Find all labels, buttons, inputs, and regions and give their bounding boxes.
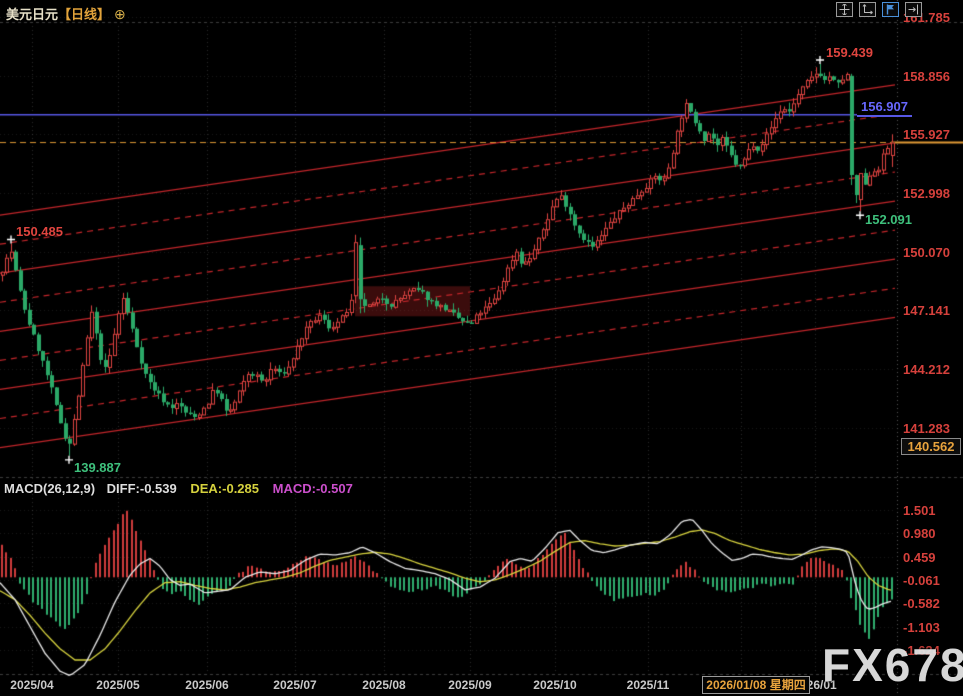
- price-mark-label: 150.485: [16, 224, 63, 239]
- macd-header: MACD(26,12,9) DIFF:-0.539 DEA:-0.285 MAC…: [4, 481, 353, 496]
- price-tick-label: 150.070: [903, 245, 950, 260]
- macd-tick-label: 1.501: [903, 503, 936, 518]
- pan-crosshair-icon[interactable]: [836, 2, 853, 17]
- macd-tick-label: 0.459: [903, 550, 936, 565]
- macd-diff-value: DIFF:-0.539: [107, 481, 177, 496]
- alert-price-label[interactable]: 156.907: [857, 99, 912, 117]
- price-macd-chart-canvas[interactable]: [0, 0, 963, 696]
- time-tick-label: 2025/10: [533, 678, 576, 692]
- macd-tick-label: -0.061: [903, 573, 940, 588]
- axis-scale-icon[interactable]: [859, 2, 876, 17]
- price-mark-label: 159.439: [826, 45, 873, 60]
- time-tick-label: 2025/04: [10, 678, 53, 692]
- current-price-tag: 140.562: [901, 438, 961, 455]
- time-tick-label: 2025/07: [273, 678, 316, 692]
- macd-macd-value: MACD:-0.507: [273, 481, 353, 496]
- macd-dea-value: DEA:-0.285: [190, 481, 259, 496]
- flag-marker-icon[interactable]: [882, 2, 899, 17]
- macd-params: MACD(26,12,9): [4, 481, 95, 496]
- goto-latest-icon[interactable]: [905, 2, 922, 17]
- time-tick-label: 2025/08: [362, 678, 405, 692]
- time-tick-label: 2025/11: [627, 678, 670, 692]
- price-tick-label: 155.927: [903, 127, 950, 142]
- price-tick-label: 144.212: [903, 362, 950, 377]
- price-tick-label: 158.856: [903, 69, 950, 84]
- trading-app-window: 美元日元【日线】⊕ 161.785158.856155.927152.99815…: [0, 0, 963, 696]
- symbol-title: 美元日元: [6, 7, 58, 22]
- fx678-watermark: FX678: [822, 638, 963, 692]
- price-tick-label: 141.283: [903, 421, 950, 436]
- macd-tick-label: -1.103: [903, 620, 940, 635]
- price-tick-label: 152.998: [903, 186, 950, 201]
- macd-tick-label: 0.980: [903, 526, 936, 541]
- time-tick-label: 2025/05: [96, 678, 139, 692]
- time-tick-label: 2025/09: [448, 678, 491, 692]
- cursor-date-tag: 2026/01/08 星期四: [702, 676, 810, 694]
- time-tick-label: 2025/06: [185, 678, 228, 692]
- price-tick-label: 147.141: [903, 303, 950, 318]
- price-mark-label: 152.091: [865, 212, 912, 227]
- price-mark-label: 139.887: [74, 460, 121, 475]
- chart-header: 美元日元【日线】 ⊕: [6, 4, 126, 23]
- chart-toolbar: [836, 2, 922, 17]
- add-indicator-icon[interactable]: ⊕: [114, 6, 126, 22]
- macd-tick-label: -0.582: [903, 596, 940, 611]
- period-label: 【日线】: [58, 7, 110, 22]
